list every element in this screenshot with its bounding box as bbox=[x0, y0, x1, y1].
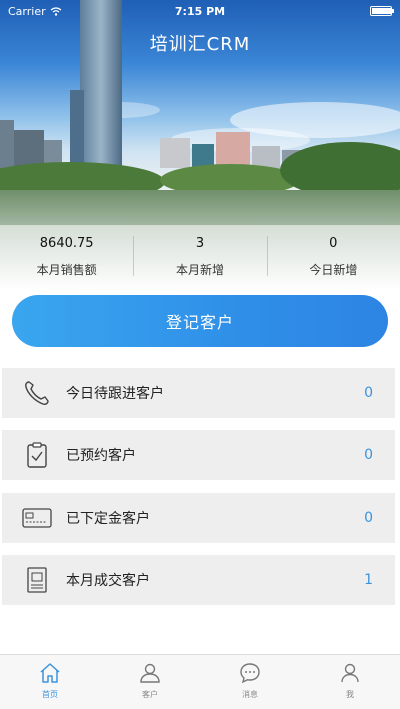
stat-value: 8640.75 bbox=[39, 236, 94, 251]
phone-icon bbox=[22, 378, 52, 408]
status-bar: Carrier 7:15 PM bbox=[0, 0, 400, 22]
list-item-label: 今日待跟进客户 bbox=[66, 386, 164, 402]
stats-panel: 8640.75 本月销售额 3 本月新增 0 今日新增 bbox=[0, 228, 400, 282]
list-item-follow-up-today[interactable]: 今日待跟进客户 0 bbox=[2, 368, 395, 418]
tab-label: 消息 bbox=[242, 690, 258, 699]
card-icon bbox=[22, 503, 52, 533]
battery-icon bbox=[370, 6, 394, 16]
clipboard-check-icon bbox=[22, 440, 52, 470]
list-item-label: 已下定金客户 bbox=[66, 511, 150, 527]
list-item-label: 已预约客户 bbox=[66, 448, 136, 464]
list-item-appointed[interactable]: 已预约客户 0 bbox=[2, 430, 395, 480]
tab-bar: 首页 客户 消息 我 bbox=[0, 654, 400, 709]
tab-home[interactable]: 首页 bbox=[0, 655, 100, 709]
list-item-closed-this-month[interactable]: 本月成交客户 1 bbox=[2, 555, 395, 605]
document-icon bbox=[22, 565, 52, 595]
tab-profile[interactable]: 我 bbox=[300, 655, 400, 709]
stat-today-new[interactable]: 0 今日新增 bbox=[266, 228, 400, 282]
list-item-count: 0 bbox=[364, 385, 373, 401]
tab-label: 首页 bbox=[42, 690, 58, 699]
tab-customers[interactable]: 客户 bbox=[100, 655, 200, 709]
list-item-count: 1 bbox=[364, 572, 373, 588]
stat-value: 3 bbox=[195, 236, 205, 251]
message-icon bbox=[240, 663, 260, 684]
app-title: 培训汇CRM bbox=[149, 34, 251, 55]
list-item-label: 本月成交客户 bbox=[66, 573, 150, 589]
tab-label: 客户 bbox=[142, 690, 158, 699]
register-customer-button[interactable]: 登记客户 bbox=[12, 295, 388, 347]
stat-label: 本月新增 bbox=[175, 263, 224, 277]
profile-icon bbox=[341, 663, 359, 683]
stat-monthly-sales[interactable]: 8640.75 本月销售额 bbox=[0, 228, 133, 282]
stat-monthly-new[interactable]: 3 本月新增 bbox=[133, 228, 266, 282]
tab-messages[interactable]: 消息 bbox=[200, 655, 300, 709]
stat-label: 今日新增 bbox=[309, 263, 358, 277]
stat-value: 0 bbox=[329, 236, 338, 251]
status-time: 7:15 PM bbox=[174, 4, 226, 18]
list-item-deposit-paid[interactable]: 已下定金客户 0 bbox=[2, 493, 395, 543]
header-banner: Carrier 7:15 PM 培训汇CRM 8640.75 本月销售额 3 本… bbox=[0, 0, 400, 290]
list-item-count: 0 bbox=[364, 510, 373, 526]
customers-icon bbox=[140, 663, 160, 683]
list-item-count: 0 bbox=[364, 447, 373, 463]
tab-label: 我 bbox=[346, 690, 354, 699]
stat-label: 本月销售额 bbox=[36, 263, 97, 277]
home-icon bbox=[40, 663, 60, 683]
